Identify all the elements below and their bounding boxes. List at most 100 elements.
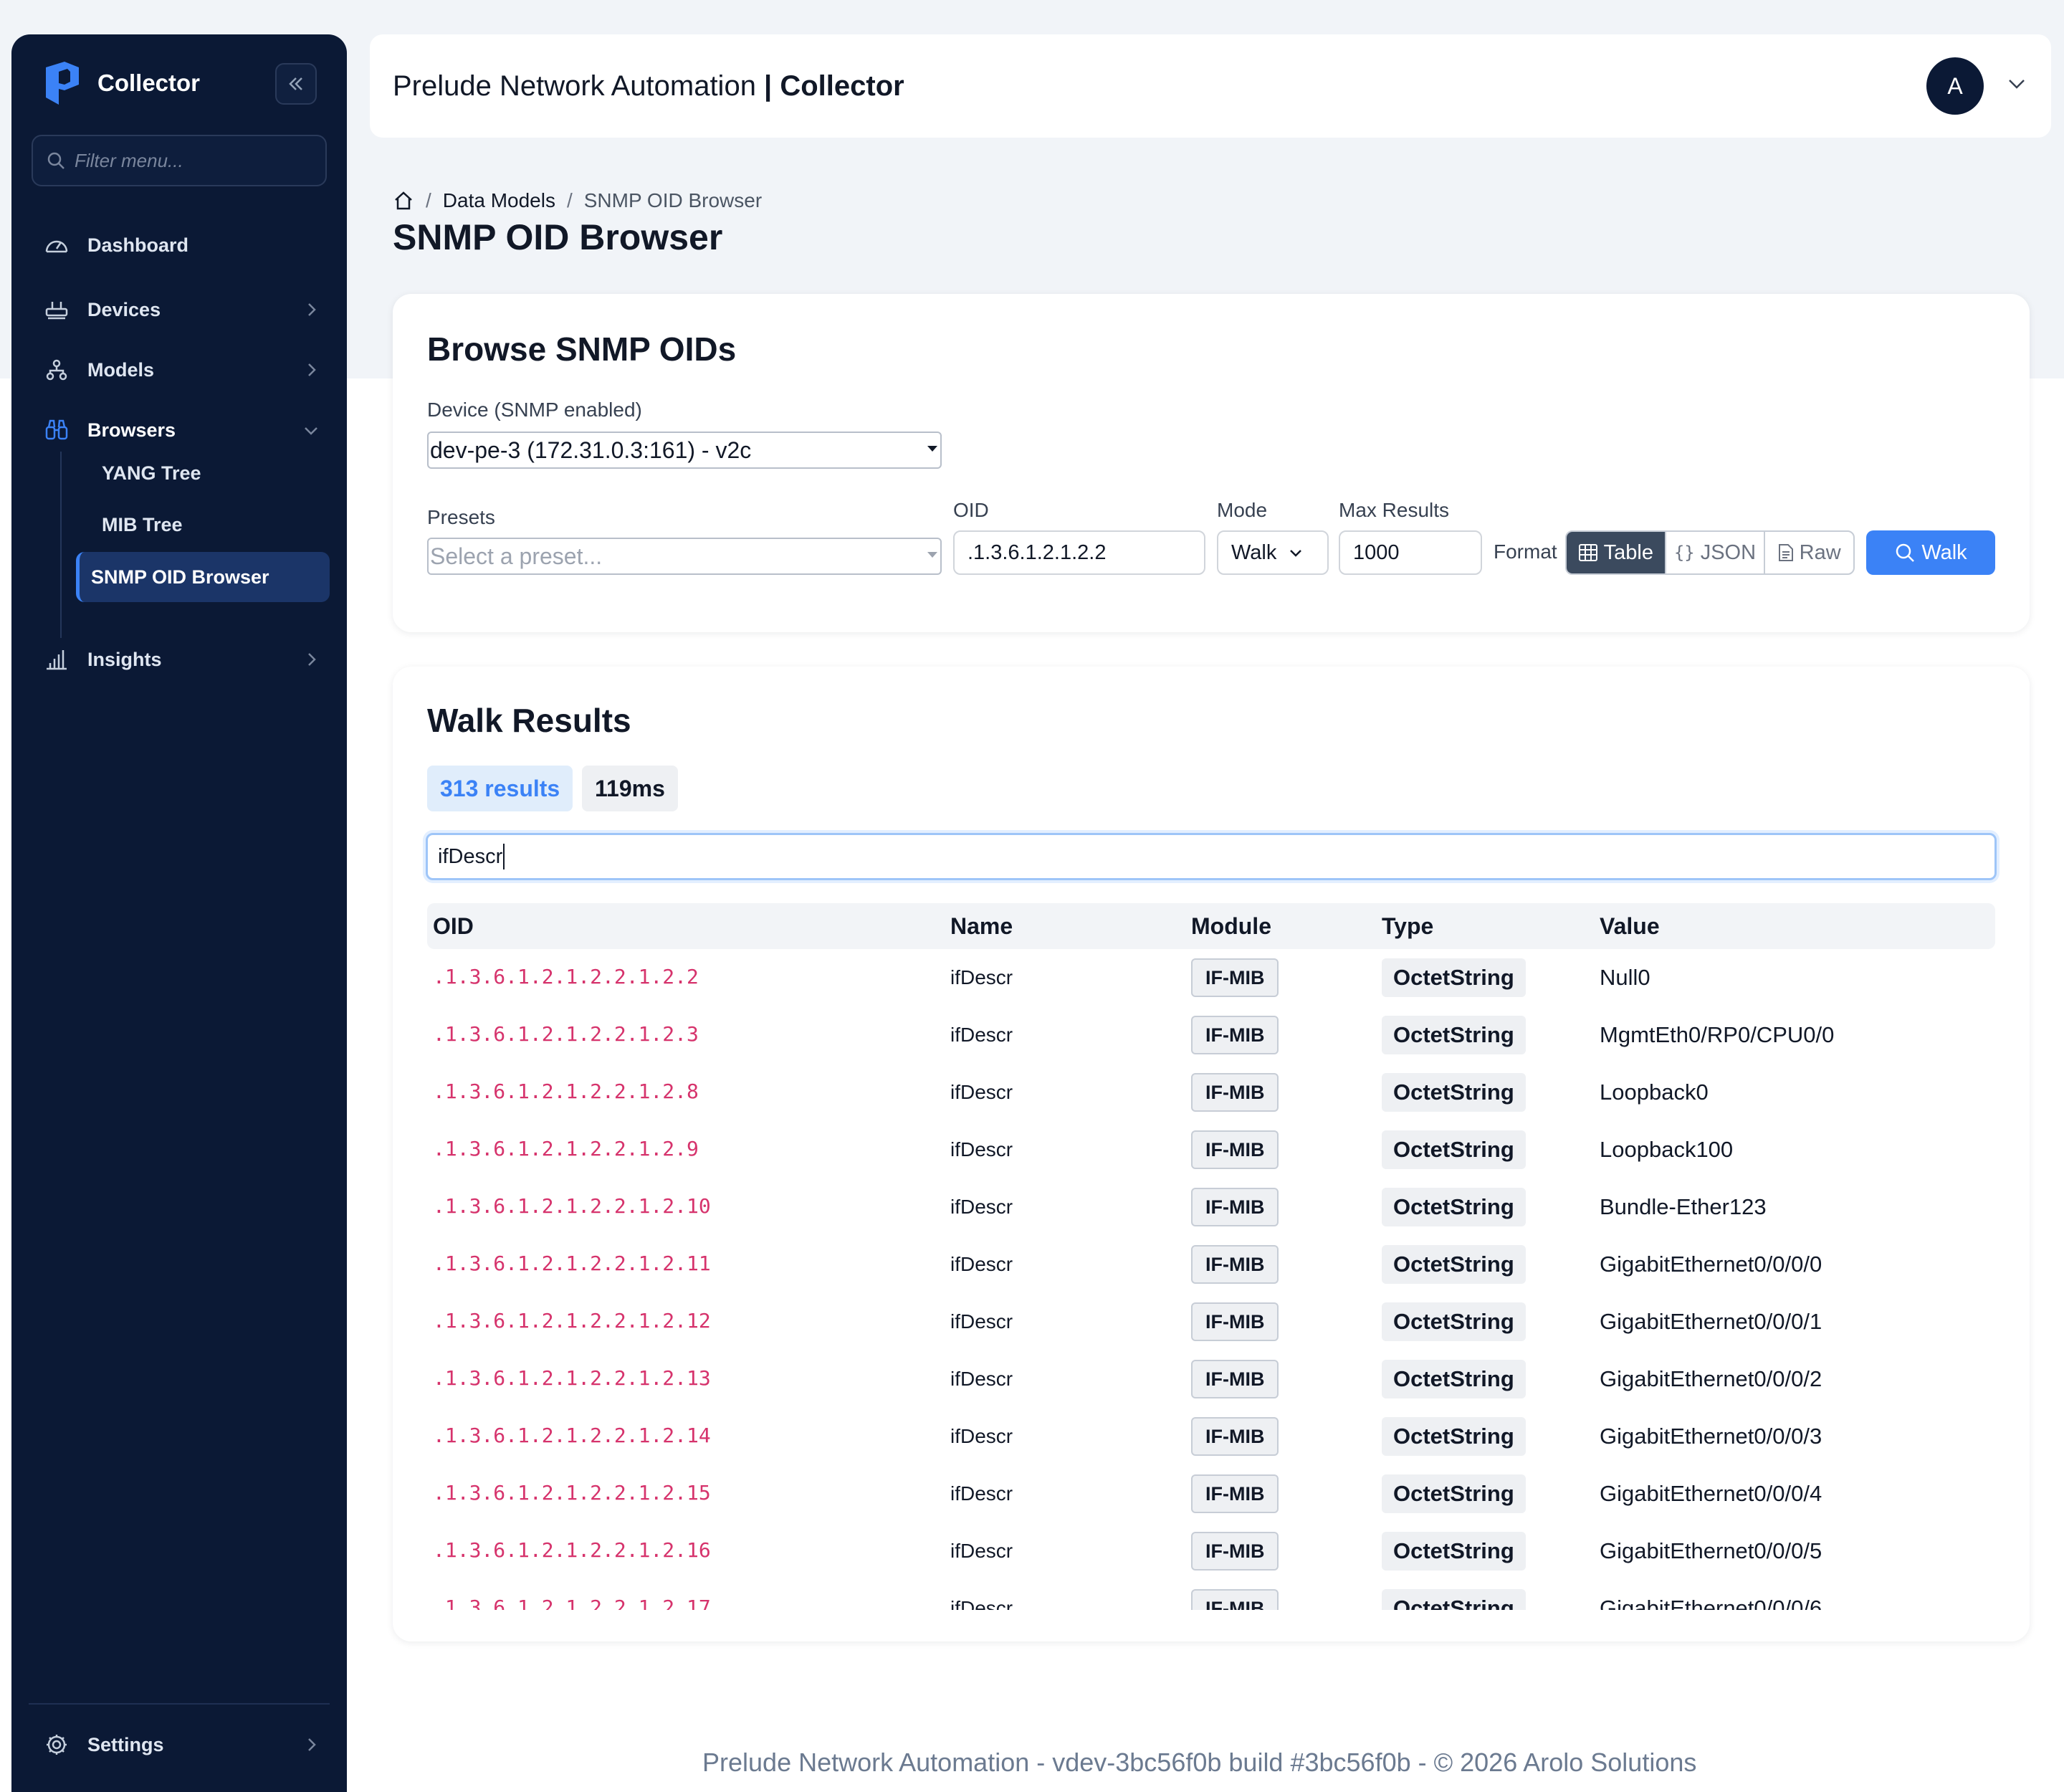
- row-value: Loopback0: [1600, 1080, 1709, 1105]
- nav-settings-label: Settings: [87, 1733, 164, 1755]
- table-row[interactable]: .1.3.6.1.2.1.2.2.1.2.13 ifDescr IF-MIB Octe…: [427, 1350, 1995, 1408]
- results-title: Walk Results: [427, 702, 631, 739]
- device-select[interactable]: dev-pe-3 (172.31.0.3:161) - v2c: [427, 432, 942, 469]
- brand[interactable]: Collector: [43, 62, 200, 105]
- row-name: ifDescr: [950, 1425, 1013, 1447]
- row-type-badge: OctetString: [1382, 1073, 1526, 1112]
- page-title: SNMP OID Browser: [393, 217, 723, 257]
- nav-dashboard[interactable]: Dashboard: [43, 225, 330, 265]
- table-row[interactable]: .1.3.6.1.2.1.2.2.1.2.9 ifDescr IF-MIB Octet…: [427, 1121, 1995, 1178]
- oid-input[interactable]: .1.3.6.1.2.1.2.2: [953, 530, 1205, 575]
- row-module-badge: IF-MIB: [1191, 1474, 1279, 1513]
- col-oid[interactable]: OID: [433, 913, 474, 940]
- row-value: MgmtEth0/RP0/CPU0/0: [1600, 1022, 1835, 1047]
- results-card: Walk Results 313 results 119ms ifDescr O…: [393, 667, 2030, 1641]
- row-name: ifDescr: [950, 1310, 1013, 1333]
- app-name: Prelude Network Automation: [393, 70, 756, 102]
- footer: Prelude Network Automation - vdev-3bc56f…: [702, 1748, 1697, 1777]
- text-cursor: [503, 844, 505, 869]
- nav-settings[interactable]: Settings: [43, 1725, 330, 1765]
- filter-menu-field[interactable]: [32, 135, 327, 186]
- nav-models-label: Models: [87, 358, 155, 381]
- presets-select[interactable]: Select a preset...: [427, 538, 942, 575]
- app-title: Prelude Network Automation | Collector: [393, 70, 904, 103]
- col-name[interactable]: Name: [950, 913, 1013, 940]
- breadcrumb-data-models[interactable]: Data Models: [443, 189, 555, 212]
- table-row[interactable]: .1.3.6.1.2.1.2.2.1.2.10 ifDescr IF-MIB Octe…: [427, 1178, 1995, 1236]
- row-value: GigabitEthernet0/0/0/1: [1600, 1309, 1822, 1334]
- row-type-badge: OctetString: [1382, 958, 1526, 997]
- nav-mib-tree[interactable]: MIB Tree: [89, 503, 183, 546]
- walk-button[interactable]: Walk: [1866, 530, 1995, 575]
- row-type-badge: OctetString: [1382, 1016, 1526, 1054]
- row-value: GigabitEthernet0/0/0/0: [1600, 1252, 1822, 1277]
- max-results-input[interactable]: 1000: [1339, 530, 1482, 575]
- row-value: Bundle-Ether123: [1600, 1194, 1767, 1219]
- row-type-badge: OctetString: [1382, 1245, 1526, 1284]
- row-module-badge: IF-MIB: [1191, 1245, 1279, 1284]
- presets-label: Presets: [427, 506, 495, 528]
- submenu-guide-line: [60, 452, 62, 638]
- table-row[interactable]: .1.3.6.1.2.1.2.2.1.2.17 ifDescr IF-MIB Octe…: [427, 1580, 1995, 1610]
- row-oid: .1.3.6.1.2.1.2.2.1.2.2: [433, 965, 699, 988]
- results-time-badge: 119ms: [582, 766, 678, 811]
- filter-menu-input[interactable]: [75, 149, 318, 172]
- top-header: Prelude Network Automation | Collector A: [370, 34, 2051, 138]
- mode-select[interactable]: Walk: [1217, 530, 1329, 575]
- row-oid: .1.3.6.1.2.1.2.2.1.2.11: [433, 1252, 711, 1275]
- chevron-right-icon: [308, 653, 316, 666]
- avatar[interactable]: A: [1926, 57, 1984, 115]
- search-icon: [47, 152, 64, 169]
- chevron-down-icon[interactable]: [2005, 72, 2028, 95]
- hierarchy-icon: [43, 356, 70, 383]
- row-type-badge: OctetString: [1382, 1532, 1526, 1571]
- format-raw-button[interactable]: Raw: [1765, 532, 1853, 573]
- results-table-body[interactable]: .1.3.6.1.2.1.2.2.1.2.2 ifDescr IF-MIB Octet…: [427, 949, 1995, 1610]
- row-oid: .1.3.6.1.2.1.2.2.1.2.17: [433, 1596, 711, 1610]
- nav-devices[interactable]: Devices: [43, 290, 330, 330]
- nav-browsers[interactable]: Browsers: [43, 410, 330, 450]
- browse-card: Browse SNMP OIDs Device (SNMP enabled) d…: [393, 294, 2030, 632]
- table-row[interactable]: .1.3.6.1.2.1.2.2.1.2.11 ifDescr IF-MIB Octe…: [427, 1236, 1995, 1293]
- results-filter-input[interactable]: ifDescr: [426, 833, 1997, 880]
- row-name: ifDescr: [950, 1081, 1013, 1103]
- table-row[interactable]: .1.3.6.1.2.1.2.2.1.2.3 ifDescr IF-MIB Octet…: [427, 1006, 1995, 1064]
- nav-snmp-oid-browser[interactable]: SNMP OID Browser: [76, 552, 330, 602]
- collapse-sidebar-button[interactable]: [275, 63, 317, 105]
- nav-models[interactable]: Models: [43, 350, 330, 390]
- breadcrumb-separator: /: [566, 189, 573, 211]
- row-value: GigabitEthernet0/0/0/3: [1600, 1424, 1822, 1449]
- chevrons-left-icon: [289, 77, 302, 90]
- col-module[interactable]: Module: [1191, 913, 1271, 940]
- table-row[interactable]: .1.3.6.1.2.1.2.2.1.2.8 ifDescr IF-MIB Octet…: [427, 1064, 1995, 1121]
- row-module-badge: IF-MIB: [1191, 1360, 1279, 1398]
- row-name: ifDescr: [950, 966, 1013, 988]
- table-row[interactable]: .1.3.6.1.2.1.2.2.1.2.16 ifDescr IF-MIB Octe…: [427, 1522, 1995, 1580]
- table-row[interactable]: .1.3.6.1.2.1.2.2.1.2.2 ifDescr IF-MIB Octet…: [427, 949, 1995, 1006]
- table-row[interactable]: .1.3.6.1.2.1.2.2.1.2.14 ifDescr IF-MIB Octe…: [427, 1408, 1995, 1465]
- format-table-button[interactable]: Table: [1567, 532, 1666, 573]
- row-name: ifDescr: [950, 1024, 1013, 1046]
- select-caret-icon: [927, 446, 937, 452]
- max-results-label: Max Results: [1339, 499, 1450, 521]
- chevron-right-icon: [308, 303, 316, 316]
- format-json-button[interactable]: {} JSON: [1666, 532, 1766, 573]
- home-icon[interactable]: [393, 190, 414, 211]
- row-oid: .1.3.6.1.2.1.2.2.1.2.3: [433, 1022, 699, 1046]
- row-oid: .1.3.6.1.2.1.2.2.1.2.13: [433, 1366, 711, 1390]
- browse-title: Browse SNMP OIDs: [427, 330, 737, 368]
- nav-yang-tree[interactable]: YANG Tree: [89, 452, 201, 495]
- row-oid: .1.3.6.1.2.1.2.2.1.2.12: [433, 1309, 711, 1333]
- col-type[interactable]: Type: [1382, 913, 1433, 940]
- nav-insights-label: Insights: [87, 648, 162, 670]
- col-value[interactable]: Value: [1600, 913, 1660, 940]
- sidebar: Collector Dashboard Devices Models: [11, 34, 347, 1792]
- table-row[interactable]: .1.3.6.1.2.1.2.2.1.2.15 ifDescr IF-MIB Octe…: [427, 1465, 1995, 1522]
- logo-icon: [46, 62, 79, 105]
- chevron-right-icon: [308, 1738, 316, 1751]
- row-name: ifDescr: [950, 1482, 1013, 1505]
- breadcrumb-separator: /: [426, 189, 431, 211]
- table-row[interactable]: .1.3.6.1.2.1.2.2.1.2.12 ifDescr IF-MIB Octe…: [427, 1293, 1995, 1350]
- row-type-badge: OctetString: [1382, 1474, 1526, 1513]
- nav-insights[interactable]: Insights: [43, 639, 330, 680]
